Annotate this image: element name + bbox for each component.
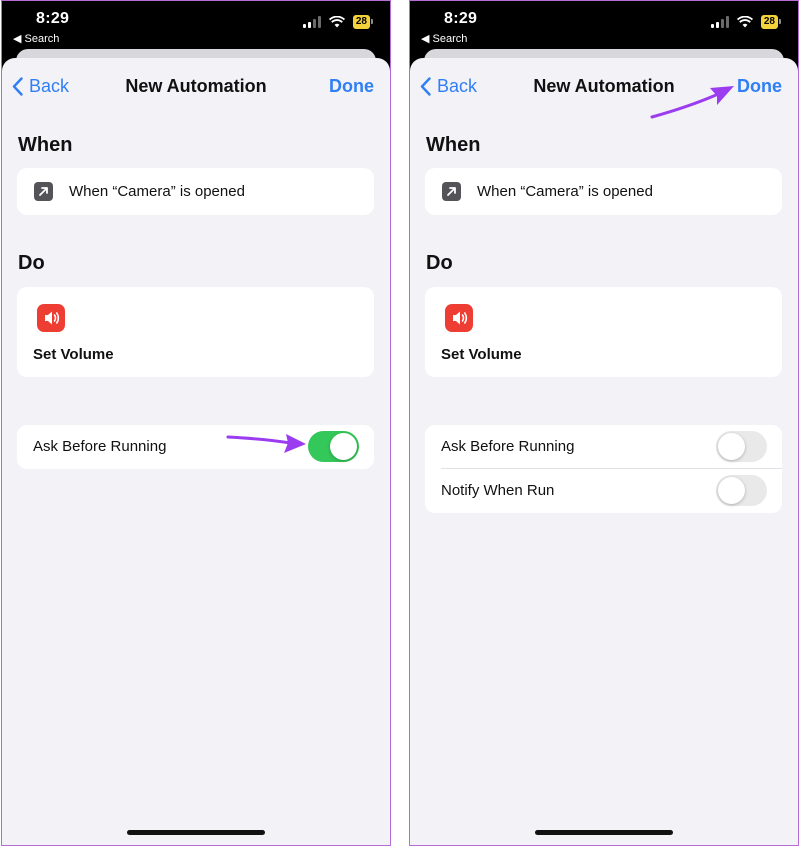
speaker-icon — [445, 304, 473, 332]
phone-screenshot-left: 8:29 ◀ Search 28 Back New Automation Don… — [1, 0, 391, 846]
when-header: When — [18, 134, 73, 156]
action-card[interactable]: Set Volume — [17, 287, 374, 377]
back-button[interactable]: Back — [12, 76, 69, 97]
battery-icon: 28 — [760, 15, 782, 29]
ask-before-running-row: Ask Before Running — [425, 425, 782, 469]
options-card: Ask Before Running Notify When Run — [425, 425, 782, 513]
trigger-card[interactable]: When “Camera” is opened — [17, 168, 374, 215]
ask-before-running-toggle[interactable] — [308, 431, 359, 462]
home-indicator — [535, 830, 673, 835]
action-label: Set Volume — [441, 346, 522, 363]
back-to-search-link[interactable]: ◀ Search — [13, 32, 59, 45]
ask-before-running-label: Ask Before Running — [441, 438, 575, 455]
done-button[interactable]: Done — [329, 76, 374, 97]
trigger-label: When “Camera” is opened — [477, 183, 653, 200]
toggle-knob — [718, 433, 745, 460]
system-icons: 28 — [302, 15, 374, 29]
speaker-icon — [37, 304, 65, 332]
back-label: Back — [29, 76, 70, 96]
battery-icon: 28 — [352, 15, 374, 29]
chevron-left-icon — [12, 77, 23, 96]
back-button[interactable]: Back — [420, 76, 477, 97]
wifi-icon — [328, 16, 345, 28]
arrow-up-right-icon — [442, 182, 461, 201]
automation-sheet: Back New Automation Done When When “Came… — [410, 58, 798, 845]
wifi-icon — [736, 16, 753, 28]
done-button[interactable]: Done — [737, 76, 782, 97]
options-card: Ask Before Running — [17, 425, 374, 469]
back-label: Back — [437, 76, 478, 96]
trigger-card[interactable]: When “Camera” is opened — [425, 168, 782, 215]
ask-before-running-toggle[interactable] — [716, 431, 767, 462]
automation-sheet: Back New Automation Done When When “Came… — [2, 58, 390, 845]
status-time: 8:29 — [444, 10, 478, 27]
toggle-knob — [330, 433, 357, 460]
do-header: Do — [426, 252, 453, 274]
status-time: 8:29 — [36, 10, 70, 27]
notify-when-run-toggle[interactable] — [716, 475, 767, 506]
ask-before-running-label: Ask Before Running — [33, 438, 167, 455]
trigger-label: When “Camera” is opened — [69, 183, 245, 200]
chevron-left-icon — [420, 77, 431, 96]
action-label: Set Volume — [33, 346, 114, 363]
notify-when-run-row: Notify When Run — [425, 469, 782, 513]
action-card[interactable]: Set Volume — [425, 287, 782, 377]
ask-before-running-row: Ask Before Running — [17, 425, 374, 469]
status-bar: 8:29 ◀ Search 28 — [410, 1, 798, 49]
phone-screenshot-right: 8:29 ◀ Search 28 Back New Automation Don… — [409, 0, 799, 846]
toggle-knob — [718, 477, 745, 504]
signal-icon — [302, 16, 321, 28]
do-header: Do — [18, 252, 45, 274]
home-indicator — [127, 830, 265, 835]
status-bar: 8:29 ◀ Search 28 — [2, 1, 390, 49]
navigation-bar: Back New Automation Done — [410, 58, 798, 114]
system-icons: 28 — [710, 15, 782, 29]
back-to-search-link[interactable]: ◀ Search — [421, 32, 467, 45]
notify-when-run-label: Notify When Run — [441, 482, 555, 499]
navigation-bar: Back New Automation Done — [2, 58, 390, 114]
arrow-up-right-icon — [34, 182, 53, 201]
signal-icon — [710, 16, 729, 28]
when-header: When — [426, 134, 481, 156]
